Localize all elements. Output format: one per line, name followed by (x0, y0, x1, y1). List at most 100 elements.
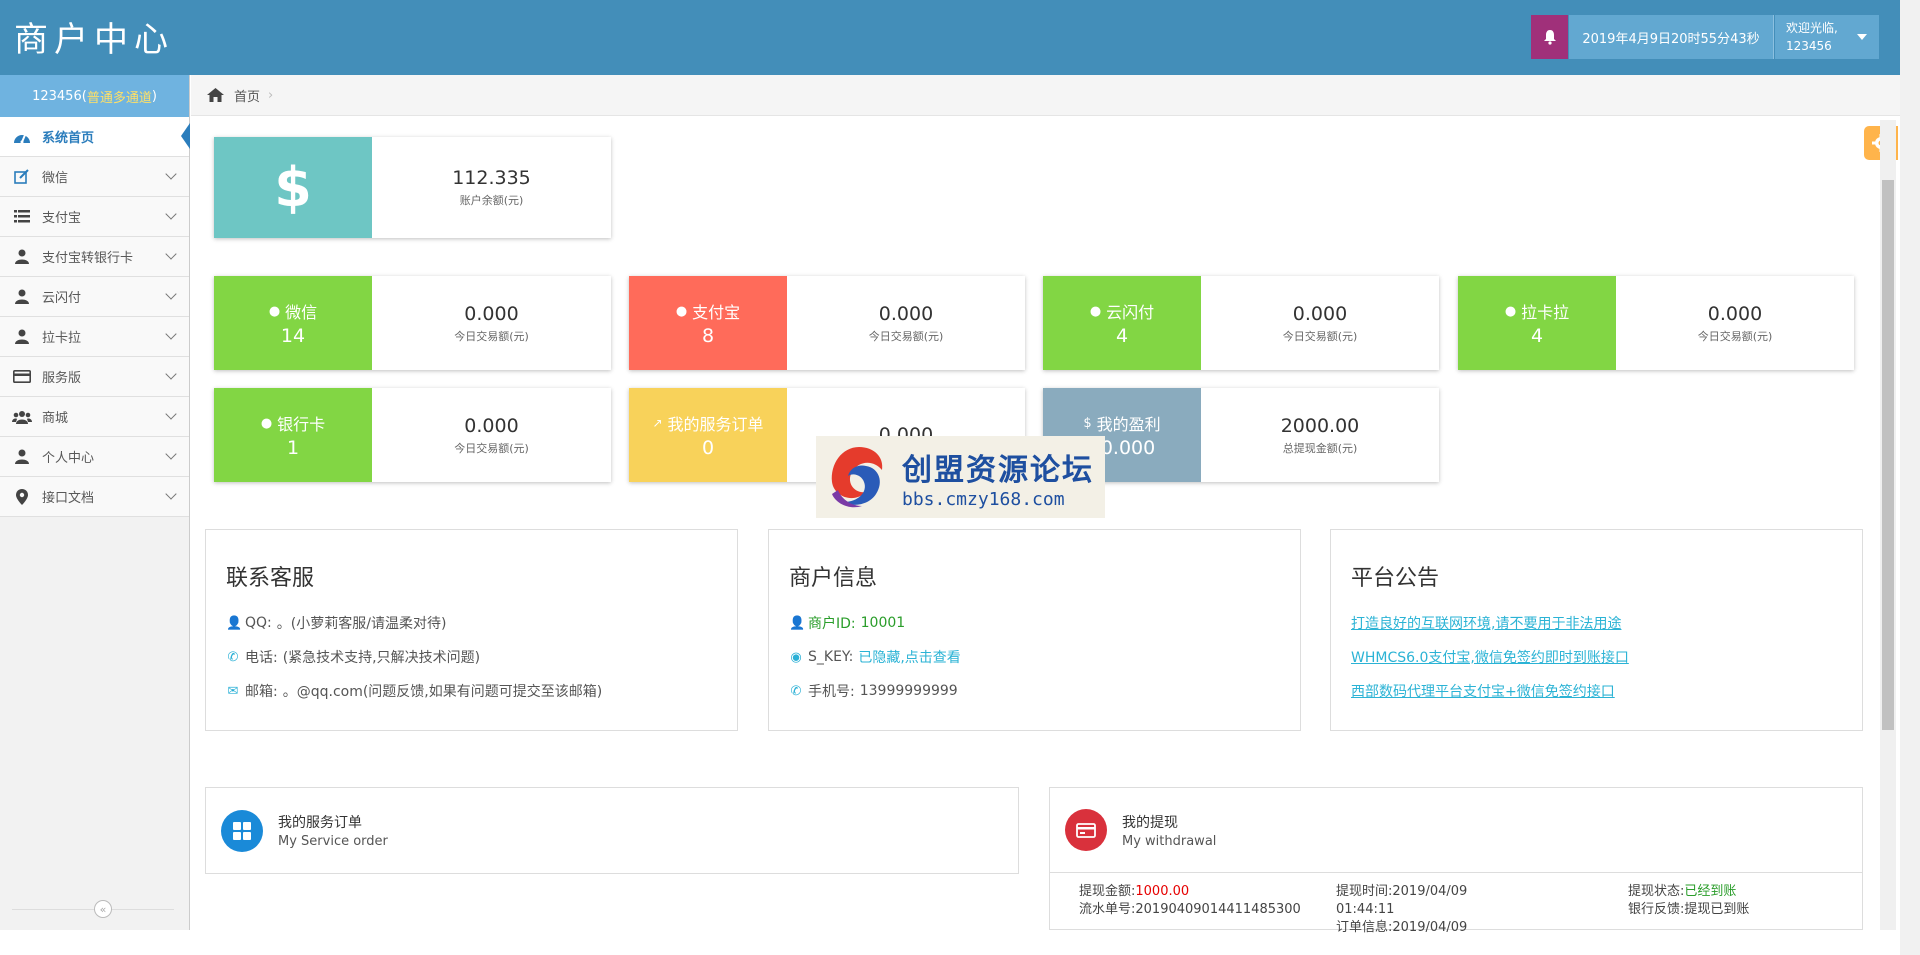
trend-up-icon: ↗ (652, 416, 663, 430)
sidebar-user-id: 123456 (32, 88, 82, 104)
notice-link[interactable]: WHMCS6.0支付宝,微信免签约即时到账接口 (1351, 647, 1629, 667)
merchant-phone: ✆ 手机号: 13999999999 (789, 674, 1280, 708)
merchant-panel: 商户信息 👤 商户ID: 10001 ◉ S_KEY: 已隐藏,点击查看 ✆ 手… (768, 529, 1301, 731)
sidebar-collapse-button[interactable]: « (94, 900, 112, 918)
stat-value: 0.000 (1707, 302, 1763, 325)
eye-icon: ◉ (790, 649, 802, 665)
stat-name: 银行卡 (277, 415, 326, 434)
notice-link[interactable]: 西部数码代理平台支付宝+微信免签约接口 (1351, 681, 1615, 701)
stat-card-unionpay[interactable]: ● 云闪付 4 0.000 今日交易额(元) (1043, 276, 1439, 370)
order-label: 订单信息: (1336, 920, 1393, 935)
sidebar-item-home[interactable]: 系统首页 (0, 117, 190, 157)
stat-label: 今日交易额(元) (454, 329, 529, 343)
shield-icon: ● (1504, 303, 1517, 319)
sidebar-item-label: 云闪付 (42, 291, 82, 306)
stat-label: 今日交易额(元) (454, 441, 529, 455)
sidebar: 123456 ( 普通多通道 ) 系统首页 微信 支付宝 支付宝转银行卡 云闪付… (0, 75, 190, 930)
stat-count: 4 (1115, 325, 1129, 347)
chevron-down-icon (165, 168, 177, 180)
order-value: 2019/04/09 (1392, 920, 1468, 935)
caret-down-icon (1857, 34, 1867, 40)
sidebar-item-label: 接口文档 (42, 491, 95, 506)
stat-count: 4 (1530, 325, 1544, 347)
chevron-down-icon (165, 368, 177, 380)
sidebar-item-mall[interactable]: 商城 (0, 397, 189, 437)
bell-icon (1543, 30, 1556, 45)
withdrawal-time-col: 提现时间:2019/04/09 01:44:11 订单信息:2019/04/09 (1336, 883, 1467, 937)
breadcrumb-home[interactable]: 首页 (234, 86, 260, 105)
stat-name: 我的服务订单 (667, 415, 764, 434)
balance-card: $ 112.335 账户余额(元) (214, 137, 611, 238)
home-icon[interactable] (207, 88, 224, 102)
dollar-icon: $ (274, 156, 312, 219)
shield-icon: ● (1089, 303, 1102, 319)
user-menu[interactable]: 欢迎光临, 123456 (1775, 15, 1879, 59)
scrollbar-thumb[interactable] (1882, 180, 1894, 730)
sidebar-item-alipay-bank[interactable]: 支付宝转银行卡 (0, 237, 189, 277)
user-icon: 👤 (226, 615, 243, 631)
skey-reveal-link[interactable]: 已隐藏,点击查看 (858, 647, 960, 667)
credit-card-icon (12, 369, 32, 385)
contact-email: ✉ 邮箱: 。@qq.com(问题反馈,如果有问题可提交至该邮箱) (226, 674, 717, 708)
stat-label: 今日交易额(元) (1697, 329, 1773, 343)
page-scrollbar[interactable] (1900, 0, 1920, 955)
forum-logo-icon (831, 447, 883, 508)
breadcrumb: 首页 › (191, 75, 1900, 116)
user-icon: 👤 (789, 615, 806, 631)
chevron-down-icon (165, 288, 177, 300)
brand-title[interactable]: 商户中心 (14, 12, 174, 61)
stat-value: 0.000 (464, 302, 519, 325)
list-icon (12, 209, 32, 225)
skey-label: S_KEY: (808, 649, 854, 665)
stat-value: 0.000 (464, 414, 519, 437)
phone-icon: ✆ (790, 683, 802, 699)
merchant-skey: ◉ S_KEY: 已隐藏,点击查看 (789, 640, 1280, 674)
notice-link[interactable]: 打造良好的互联网环境,请不要用于非法用途 (1351, 613, 1621, 633)
status-label: 提现状态: (1628, 884, 1685, 899)
notice-panel: 平台公告 打造良好的互联网环境,请不要用于非法用途 WHMCS6.0支付宝,微信… (1330, 529, 1863, 731)
stat-value: 0.000 (878, 302, 934, 325)
envelope-icon: ✉ (227, 683, 239, 699)
qq-label: QQ: (245, 615, 272, 631)
box-subtitle: My withdrawal (1122, 833, 1217, 849)
grid-icon (233, 821, 251, 840)
sidebar-item-alipay[interactable]: 支付宝 (0, 197, 189, 237)
sidebar-user-close: ) (151, 88, 157, 104)
stat-name: 我的盈利 (1096, 415, 1161, 434)
box-title: 我的提现 (1122, 814, 1178, 831)
sidebar-item-unionpay[interactable]: 云闪付 (0, 277, 189, 317)
phone-icon: ✆ (227, 649, 239, 665)
stat-count: 1 (286, 437, 300, 459)
sidebar-item-label: 服务版 (42, 371, 82, 386)
chevron-down-icon (165, 488, 177, 500)
sidebar-item-wechat[interactable]: 微信 (0, 157, 189, 197)
sidebar-item-label: 系统首页 (42, 131, 95, 146)
serial-label: 流水单号: (1079, 902, 1136, 917)
qq-value: 。(小萝莉客服/请温柔对待) (276, 616, 447, 632)
stat-card-wechat[interactable]: ● 微信 14 0.000 今日交易额(元) (214, 276, 611, 370)
sidebar-item-label: 支付宝转银行卡 (42, 251, 134, 266)
sidebar-item-api-docs[interactable]: 接口文档 (0, 477, 189, 517)
time-value: 2019/04/09 (1392, 884, 1468, 899)
sidebar-user-info: 123456 ( 普通多通道 ) (0, 75, 189, 117)
stat-card-alipay[interactable]: ● 支付宝 8 0.000 今日交易额(元) (629, 276, 1025, 370)
sidebar-divider (12, 909, 174, 910)
contact-panel: 联系客服 👤 QQ: 。(小萝莉客服/请温柔对待) ✆ 电话: (紧急技术支持,… (205, 529, 738, 731)
service-order-badge (221, 809, 263, 852)
contact-qq: 👤 QQ: 。(小萝莉客服/请温柔对待) (226, 606, 717, 640)
sidebar-item-profile[interactable]: 个人中心 (0, 437, 189, 477)
stat-card-bankcard[interactable]: ● 银行卡 1 0.000 今日交易额(元) (214, 388, 611, 482)
datetime-display: 2019年4月9日20时55分43秒 (1569, 15, 1774, 59)
sidebar-item-service[interactable]: 服务版 (0, 357, 189, 397)
notification-button[interactable] (1531, 15, 1568, 59)
user-icon (12, 449, 32, 465)
chevron-down-icon (165, 208, 177, 220)
content-scrollbar[interactable] (1880, 120, 1896, 930)
sidebar-item-lakala[interactable]: 拉卡拉 (0, 317, 189, 357)
amount-value: 1000.00 (1135, 884, 1190, 899)
stat-card-lakala[interactable]: ● 拉卡拉 4 0.000 今日交易额(元) (1458, 276, 1854, 370)
edit-icon (12, 169, 32, 185)
chevron-down-icon (165, 248, 177, 260)
double-chevron-left-icon: « (99, 902, 107, 916)
withdrawal-status-col: 提现状态:已经到账 银行反馈:提现已到账 (1628, 883, 1749, 919)
